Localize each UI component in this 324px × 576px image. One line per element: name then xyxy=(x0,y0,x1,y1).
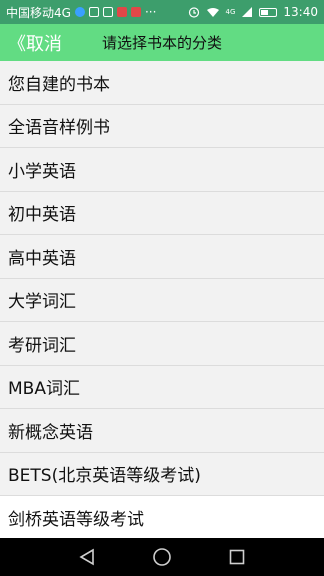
taobao-icon-2 xyxy=(130,7,141,17)
battery-icon xyxy=(259,7,278,17)
list-item-label: 新概念英语 xyxy=(8,422,93,443)
taobao-icon xyxy=(116,7,127,17)
list-item-category[interactable]: 剑桥英语等级考试 xyxy=(0,496,324,538)
triangle-back-icon xyxy=(79,548,95,566)
top-app-bar: 《 取消 请选择书本的分类 xyxy=(0,24,324,61)
list-item-label: 考研词汇 xyxy=(8,335,76,356)
category-list: 您自建的书本 全语音样例书 小学英语 初中英语 高中英语 大学词汇 考研词汇 M… xyxy=(0,61,324,538)
cancel-button[interactable]: 《 取消 xyxy=(0,30,62,56)
list-item-category[interactable]: MBA词汇 xyxy=(0,365,324,409)
list-item-category[interactable]: 初中英语 xyxy=(0,191,324,235)
list-item-category[interactable]: 新概念英语 xyxy=(0,409,324,453)
alarm-icon xyxy=(188,6,200,18)
clock-time: 13:40 xyxy=(283,5,318,19)
list-item-category[interactable]: 小学英语 xyxy=(0,148,324,192)
carrier-label: 中国移动4G xyxy=(6,5,71,20)
cancel-label: 取消 xyxy=(26,33,62,55)
square-recents-icon xyxy=(229,549,244,565)
list-item-category[interactable]: 大学词汇 xyxy=(0,278,324,322)
home-nav-button[interactable] xyxy=(151,546,173,568)
list-item-label: MBA词汇 xyxy=(8,379,80,400)
keyboard-icon xyxy=(102,7,113,17)
signal-icon xyxy=(241,6,253,18)
wifi-icon xyxy=(206,7,220,18)
status-bar-right: 4G 13:40 xyxy=(188,5,318,19)
double-chevron-left-icon: 《 xyxy=(8,33,26,55)
status-bar: 中国移动4G ··· 4G 13:40 xyxy=(0,0,324,24)
list-item-label: 大学词汇 xyxy=(8,292,76,313)
status-bar-left: 中国移动4G ··· xyxy=(6,4,156,21)
sim-card-icon xyxy=(88,7,99,17)
list-item-category[interactable]: 高中英语 xyxy=(0,235,324,279)
list-item-label: 初中英语 xyxy=(8,205,76,226)
network-type-label: 4G xyxy=(225,8,236,16)
more-notifications-indicator: ··· xyxy=(144,5,157,19)
list-item-category[interactable]: 您自建的书本 xyxy=(0,61,324,105)
list-item-label: BETS(北京英语等级考试) xyxy=(8,466,201,487)
list-item-label: 全语音样例书 xyxy=(8,118,110,139)
list-item-label: 剑桥英语等级考试 xyxy=(8,510,144,531)
back-nav-button[interactable] xyxy=(76,546,98,568)
notification-app-icon xyxy=(74,7,85,17)
system-navigation-bar xyxy=(0,538,324,576)
recents-nav-button[interactable] xyxy=(226,546,248,568)
list-item-category[interactable]: 全语音样例书 xyxy=(0,104,324,148)
circle-home-icon xyxy=(153,548,171,566)
list-item-category[interactable]: BETS(北京英语等级考试) xyxy=(0,452,324,496)
list-item-label: 高中英语 xyxy=(8,248,76,269)
list-item-label: 小学英语 xyxy=(8,161,76,182)
list-item-category[interactable]: 考研词汇 xyxy=(0,322,324,366)
list-item-label: 您自建的书本 xyxy=(8,74,110,95)
